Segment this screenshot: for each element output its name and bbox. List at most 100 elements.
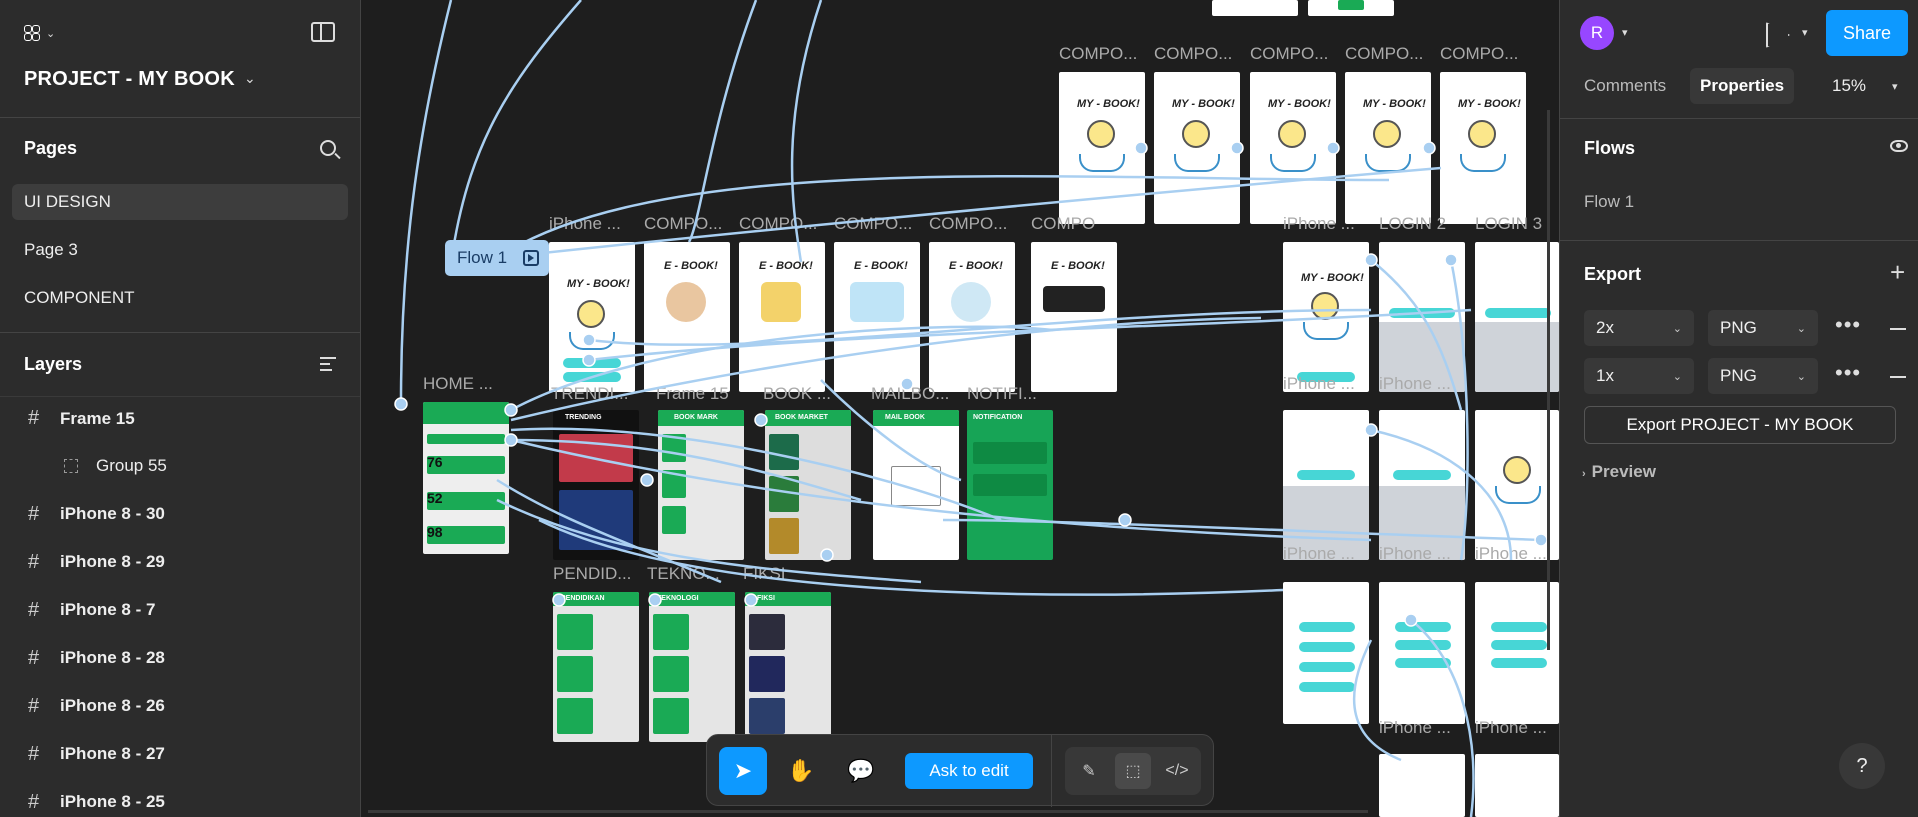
dev-mode-button[interactable]: </> (1159, 753, 1195, 789)
eye-icon[interactable] (1890, 140, 1908, 152)
layer-item-iphone-8-27[interactable]: # iPhone 8 - 27 (0, 732, 360, 776)
prototype-icon: ⬚ (1125, 763, 1141, 780)
divider (1560, 118, 1918, 119)
mode-switcher: ✎ ⬚ </> (1065, 747, 1201, 795)
bottom-toolbar: ➤ ✋ 💬 Ask to edit ✎ ⬚ </> (706, 734, 1214, 807)
layer-item-iphone-8-30[interactable]: # iPhone 8 - 30 (0, 492, 360, 536)
export-scale-select[interactable]: 2x ⌄ (1584, 310, 1694, 346)
frame-icon: # (28, 694, 40, 717)
chevron-right-icon: › (1582, 468, 1586, 480)
frame-icon: # (28, 502, 40, 525)
page-item-page-3[interactable]: Page 3 (12, 232, 348, 268)
right-panel: R ▾ ▾ Share Comments Properties 15% ▾ Fl… (1559, 0, 1918, 817)
layer-item-group-55[interactable]: Group 55 (0, 444, 360, 488)
avatar[interactable]: R (1580, 16, 1614, 50)
flow-badge-label: Flow 1 (457, 248, 508, 267)
share-button[interactable]: Share (1826, 10, 1908, 56)
frame-icon: # (28, 598, 40, 621)
vertical-scrollbar[interactable] (1547, 110, 1550, 650)
layer-label: iPhone 8 - 27 (60, 744, 165, 763)
more-icon[interactable]: ••• (1835, 360, 1861, 386)
layer-label: Frame 15 (60, 408, 135, 428)
pen-icon: ✎ (1082, 763, 1096, 780)
chevron-down-icon[interactable]: ▾ (1892, 80, 1898, 93)
chevron-down-icon: ⌄ (46, 27, 56, 40)
chevron-down-icon[interactable]: ▾ (1802, 26, 1808, 39)
export-format-value: PNG (1720, 318, 1757, 337)
export-scale-value: 1x (1596, 366, 1614, 385)
divider (1051, 735, 1052, 807)
divider (0, 332, 361, 333)
export-format-select[interactable]: PNG ⌄ (1708, 310, 1818, 346)
hand-tool-button[interactable]: ✋ (777, 747, 825, 795)
flow-item[interactable]: Flow 1 (1584, 192, 1634, 212)
export-scale-select[interactable]: 1x ⌄ (1584, 358, 1694, 394)
frame-icon: # (28, 550, 40, 573)
export-format-value: PNG (1720, 366, 1757, 385)
frame-icon: # (28, 790, 40, 813)
hand-icon: ✋ (787, 758, 815, 783)
horizontal-scrollbar[interactable] (368, 810, 1368, 813)
code-icon: </> (1165, 762, 1189, 779)
ask-to-edit-button[interactable]: Ask to edit (905, 753, 1033, 789)
frame-icon: # (28, 646, 40, 669)
prototype-mode-button[interactable]: ⬚ (1115, 753, 1151, 789)
export-button[interactable]: Export PROJECT - MY BOOK (1584, 406, 1896, 444)
layer-item-iphone-8-7[interactable]: # iPhone 8 - 7 (0, 588, 360, 632)
sidebar-header: ⌄ PROJECT - MY BOOK ⌄ (0, 0, 361, 118)
export-scale-value: 2x (1596, 318, 1614, 337)
page-item-component[interactable]: COMPONENT (12, 280, 348, 316)
page-item-label: UI DESIGN (24, 192, 111, 211)
search-icon[interactable] (320, 140, 336, 156)
tab-comments[interactable]: Comments (1584, 68, 1676, 104)
figma-app: ⌄ PROJECT - MY BOOK ⌄ Pages UI DESIGN Pa… (0, 0, 1918, 817)
page-item-label: COMPONENT (24, 288, 135, 307)
comment-tool-button[interactable]: 💬 (837, 747, 885, 795)
prototype-connections (394, 0, 1548, 817)
layer-item-iphone-8-26[interactable]: # iPhone 8 - 26 (0, 684, 360, 728)
chevron-down-icon: ⌄ (1672, 322, 1682, 335)
layer-item-iphone-8-29[interactable]: # iPhone 8 - 29 (0, 540, 360, 584)
layer-label: Group 55 (96, 456, 167, 475)
layer-item-iphone-8-28[interactable]: # iPhone 8 - 28 (0, 636, 360, 680)
layer-label: iPhone 8 - 30 (60, 504, 165, 523)
divider (1560, 240, 1918, 241)
preview-toggle[interactable]: › Preview (1582, 462, 1656, 482)
layers-list-icon[interactable] (320, 356, 340, 372)
tab-properties[interactable]: Properties (1690, 68, 1795, 104)
minus-icon[interactable] (1890, 376, 1906, 378)
chevron-down-icon[interactable]: ▾ (1622, 26, 1628, 39)
draw-mode-button[interactable]: ✎ (1071, 753, 1107, 789)
more-icon[interactable]: ••• (1835, 312, 1861, 338)
export-format-select[interactable]: PNG ⌄ (1708, 358, 1818, 394)
layer-label: iPhone 8 - 26 (60, 696, 165, 715)
layers-heading: Layers (24, 354, 83, 374)
frame-icon: # (28, 407, 40, 429)
flow-starting-point-badge[interactable]: Flow 1 (445, 240, 549, 276)
layer-item-frame-15[interactable]: # Frame 15 (0, 396, 360, 440)
layer-label: iPhone 8 - 28 (60, 648, 165, 667)
left-sidebar: ⌄ PROJECT - MY BOOK ⌄ Pages UI DESIGN Pa… (0, 0, 361, 817)
zoom-level[interactable]: 15% (1832, 76, 1866, 96)
figma-menu-button[interactable]: ⌄ (24, 20, 64, 46)
project-title[interactable]: PROJECT - MY BOOK (24, 68, 235, 91)
sidebar-toggle-icon[interactable] (311, 22, 335, 42)
chevron-down-icon: ⌄ (1796, 370, 1806, 383)
comment-icon: 💬 (847, 758, 875, 783)
layer-label: iPhone 8 - 7 (60, 600, 156, 619)
page-item-ui-design[interactable]: UI DESIGN (12, 184, 348, 220)
export-heading: Export (1584, 264, 1642, 284)
help-button[interactable]: ? (1839, 743, 1885, 789)
plus-icon[interactable]: + (1890, 259, 1905, 285)
flows-heading: Flows (1584, 138, 1636, 158)
play-icon[interactable] (523, 250, 539, 266)
design-canvas[interactable]: COMPO... COMPO... COMPO... COMPO... COMP… (361, 0, 1559, 817)
minus-icon[interactable] (1890, 328, 1906, 330)
layer-label: iPhone 8 - 29 (60, 552, 165, 571)
page-item-label: Page 3 (24, 240, 78, 259)
layer-item-iphone-8-25[interactable]: # iPhone 8 - 25 (0, 780, 360, 817)
group-icon (64, 459, 78, 473)
pages-heading: Pages (24, 138, 78, 158)
chevron-down-icon[interactable]: ⌄ (244, 70, 256, 87)
move-tool-button[interactable]: ➤ (719, 747, 767, 795)
